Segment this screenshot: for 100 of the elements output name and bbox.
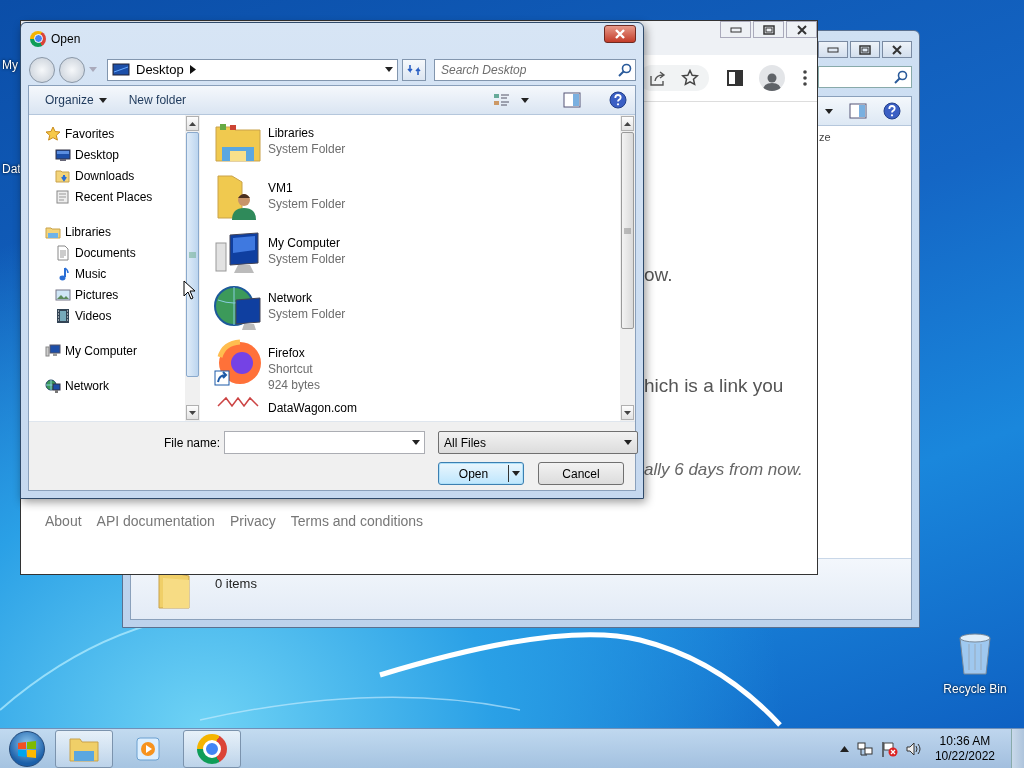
close-button[interactable] [882, 41, 912, 58]
grip-icon [624, 227, 631, 234]
flag-icon[interactable] [880, 740, 898, 757]
nav-item[interactable]: Recent Places [75, 189, 153, 204]
file-explorer-taskbar-button[interactable] [55, 729, 113, 768]
footer-link[interactable]: Privacy [229, 513, 276, 529]
file-name[interactable]: Firefox [268, 345, 321, 361]
preview-pane-icon[interactable] [563, 92, 581, 108]
star-icon[interactable] [681, 69, 699, 87]
nav-item[interactable]: Libraries [65, 224, 112, 239]
nav-item[interactable]: Music [75, 266, 107, 281]
browser-shortcut-icon[interactable] [214, 339, 262, 387]
person-icon [763, 71, 781, 91]
maximize-button[interactable] [753, 21, 784, 38]
close-icon [795, 24, 808, 35]
help-icon[interactable] [883, 102, 901, 120]
preview-pane-icon[interactable] [849, 103, 867, 119]
search-icon[interactable] [894, 70, 908, 84]
page-text: ally 6 days from now. [644, 459, 803, 481]
file-detail: Shortcut [268, 361, 314, 377]
file-name[interactable]: DataWagon.com [268, 400, 357, 416]
document-icon [55, 244, 71, 261]
close-icon [891, 44, 903, 55]
file-detail: System Folder [268, 306, 346, 322]
scrollbar[interactable] [620, 115, 635, 421]
speaker-icon[interactable] [905, 740, 923, 757]
help-icon[interactable] [609, 91, 627, 109]
show-hidden-icons-icon[interactable] [839, 745, 849, 752]
nav-item[interactable]: Downloads [75, 168, 135, 183]
close-button[interactable] [604, 24, 636, 43]
search-field[interactable]: Search Desktop [434, 58, 636, 81]
nav-item[interactable]: My Computer [65, 343, 138, 358]
caret-icon[interactable] [412, 440, 420, 445]
start-button[interactable] [9, 730, 45, 767]
minimize-icon [827, 46, 839, 53]
footer-link[interactable]: API documentation [96, 513, 215, 529]
recent-places-icon [55, 188, 71, 205]
file-name[interactable]: My Computer [268, 235, 346, 251]
down-arrow-icon [189, 410, 196, 415]
globe-computer-icon [45, 377, 61, 394]
file-name[interactable]: VM1 [268, 180, 346, 196]
nav-item[interactable]: Desktop [75, 147, 120, 162]
scrollbar-thumb[interactable] [186, 132, 199, 377]
footer-link[interactable]: About [45, 513, 82, 529]
desktop-icon-label[interactable]: My [2, 58, 18, 72]
minimize-button[interactable] [720, 21, 751, 38]
footer-link[interactable]: Terms and conditions [290, 513, 424, 529]
close-button[interactable] [786, 21, 817, 38]
caret-icon [98, 97, 107, 103]
maximize-button[interactable] [850, 41, 880, 58]
file-type-dropdown[interactable]: All Files [438, 431, 638, 454]
file-detail: System Folder [268, 251, 346, 267]
page-text: hich is a link you [644, 374, 784, 398]
up-arrow-icon [189, 121, 196, 126]
breadcrumb-arrow-icon[interactable] [189, 65, 196, 74]
side-panel-icon[interactable] [727, 70, 743, 86]
cancel-button[interactable]: Cancel [538, 462, 624, 485]
desktop-icon-label[interactable]: Dat [2, 162, 21, 176]
window-title: Open [51, 31, 82, 46]
browser-taskbar-button[interactable] [183, 729, 241, 768]
nav-item[interactable]: Videos [75, 308, 112, 323]
scrollbar[interactable] [185, 115, 200, 421]
file-detail: 924 bytes [268, 377, 321, 393]
scroll-down-button[interactable] [621, 405, 634, 420]
scroll-up-button[interactable] [186, 116, 199, 131]
search-icon[interactable] [618, 62, 632, 77]
file-name[interactable]: Network [268, 290, 346, 306]
nav-item[interactable]: Favorites [65, 126, 115, 141]
menu-icon[interactable] [803, 70, 807, 86]
file-name-field[interactable] [224, 431, 425, 454]
organize-button[interactable]: Organize [39, 90, 113, 110]
windows-logo-icon [17, 739, 37, 758]
scroll-up-button[interactable] [621, 116, 634, 131]
computer-icon [45, 342, 61, 359]
split-caret-button[interactable] [508, 465, 523, 482]
recycle-bin-icon[interactable] [957, 632, 993, 676]
open-button[interactable]: Open [438, 462, 524, 485]
field-label: File name: [163, 435, 220, 450]
network-icon[interactable] [856, 740, 873, 757]
nav-item[interactable]: Documents [75, 245, 136, 260]
search-field[interactable] [818, 66, 912, 88]
column-header[interactable]: ze [819, 131, 831, 143]
refresh-button[interactable] [402, 58, 426, 81]
share-icon[interactable] [649, 70, 667, 86]
address-field[interactable]: Desktop [107, 58, 398, 81]
file-name[interactable]: Libraries [268, 125, 346, 141]
download-folder-icon [55, 167, 71, 184]
nav-item[interactable]: Pictures [75, 287, 119, 302]
picture-icon [55, 286, 71, 303]
new-folder-button[interactable]: New folder [122, 90, 193, 110]
scroll-down-button[interactable] [186, 405, 199, 420]
refresh-icon [407, 63, 421, 76]
scrollbar-thumb[interactable] [621, 132, 634, 329]
globe-computer-icon[interactable] [214, 284, 262, 332]
desktop-icon-label[interactable]: Recycle Bin [943, 682, 1007, 696]
view-caret-icon [521, 97, 529, 103]
caret-icon[interactable] [385, 67, 393, 72]
nav-item[interactable]: Network [65, 378, 109, 393]
clock[interactable]: 10:36 AM 10/22/2022 [934, 733, 995, 764]
profile-avatar[interactable] [759, 65, 785, 91]
